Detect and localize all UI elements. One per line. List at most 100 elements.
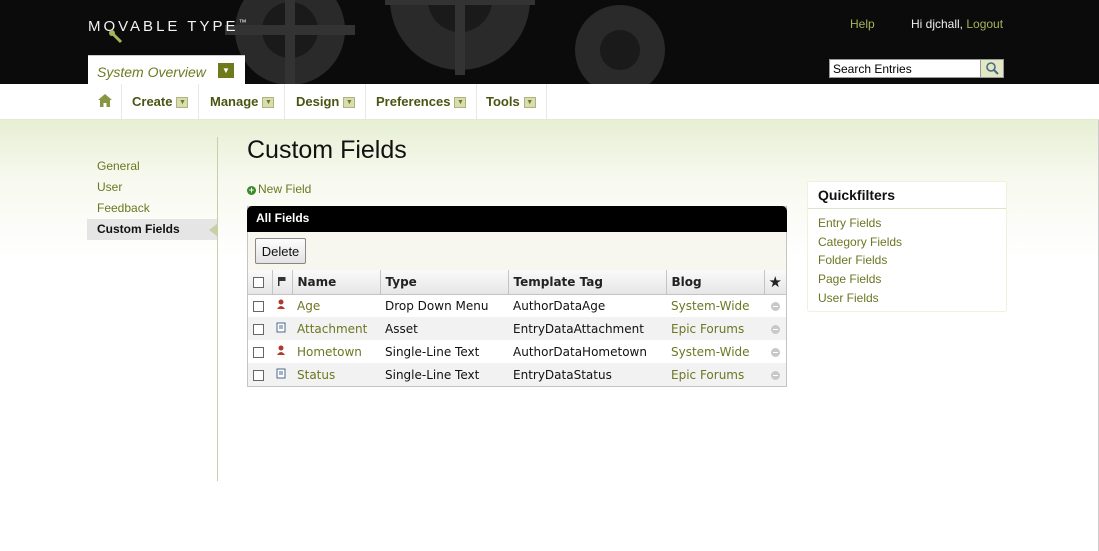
help-link[interactable]: Help [850,17,875,31]
sidebar-item-label: Custom Fields [97,222,180,236]
column-header-name[interactable]: Name [292,270,381,295]
row-checkbox[interactable] [253,369,264,381]
remove-icon[interactable] [770,301,780,311]
home-icon[interactable] [97,93,113,108]
search-button[interactable] [980,59,1004,78]
remove-icon[interactable] [770,324,780,334]
quickfilter-user-fields[interactable]: User Fields [808,289,1006,308]
row-type-cell: Single-Line Text [380,363,508,386]
nav-design[interactable]: Design ▼ [296,84,367,119]
nav-preferences-label: Preferences [376,94,451,109]
type-icon-header [272,270,293,295]
table-row[interactable]: Hometown Single-Line Text AuthorDataHome… [248,340,786,363]
star-icon: ★ [764,270,786,295]
quickfilter-category-fields[interactable]: Category Fields [808,233,1006,252]
field-name-link[interactable]: Status [297,368,335,382]
row-checkbox-cell [248,363,272,386]
scope-selector[interactable]: System Overview ▼ [88,55,245,84]
user-icon [277,345,285,355]
fields-table: Name Type Template Tag Blog ★ Age Drop D… [248,270,786,386]
row-type-cell: Single-Line Text [380,340,508,363]
row-checkbox[interactable] [253,323,264,335]
settings-sidebar: General User Feedback Custom Fields [87,156,217,240]
nav-tools[interactable]: Tools ▼ [486,84,547,119]
field-name-link[interactable]: Attachment [297,322,367,336]
row-type-cell: Asset [380,317,508,340]
main-nav: Create ▼ Manage ▼ Design ▼ Preferences ▼ Too… [0,84,1099,120]
select-all-checkbox[interactable] [253,276,264,288]
row-checkbox-cell [248,317,272,340]
row-name-cell: Attachment [292,317,380,340]
row-tag-cell: EntryDataAttachment [508,317,666,340]
quickfilter-page-fields[interactable]: Page Fields [808,270,1006,289]
column-header-type[interactable]: Type [380,270,509,295]
logout-link[interactable]: Logout [966,17,1003,31]
row-name-cell: Age [292,294,380,317]
flag-icon [277,276,285,286]
sidebar-item-feedback[interactable]: Feedback [87,198,217,219]
nav-preferences[interactable]: Preferences ▼ [376,84,478,119]
row-blog-cell: Epic Forums [666,363,764,386]
quickfilter-entry-fields[interactable]: Entry Fields [808,214,1006,233]
table-row[interactable]: Age Drop Down Menu AuthorDataAge System-… [248,294,786,317]
document-icon [276,368,286,378]
document-icon [276,322,286,332]
nav-manage-label: Manage [210,94,259,109]
chevron-down-icon[interactable]: ▼ [218,63,234,78]
listing-title: All Fields [247,206,787,232]
row-blog-cell: System-Wide [666,294,764,317]
sidebar-item-general[interactable]: General [87,156,217,177]
nav-divider [121,84,122,119]
blog-link[interactable]: System-Wide [671,345,750,359]
row-remove-cell [764,294,786,317]
row-remove-cell [764,317,786,340]
column-header-template-tag[interactable]: Template Tag [508,270,667,295]
sidebar-item-user[interactable]: User [87,177,217,198]
fields-listing: All Fields Delete Name Type Template Tag… [247,206,787,387]
nav-create[interactable]: Create ▼ [132,84,200,119]
row-remove-cell [764,363,786,386]
field-name-link[interactable]: Age [297,299,320,313]
chevron-down-icon[interactable]: ▼ [454,97,467,109]
page-title: Custom Fields [247,136,407,164]
chevron-down-icon[interactable]: ▼ [176,97,189,109]
chevron-down-icon[interactable]: ▼ [523,97,536,109]
chevron-down-icon[interactable]: ▼ [343,97,356,109]
delete-button[interactable]: Delete [255,238,306,264]
row-checkbox[interactable] [253,346,264,358]
table-row[interactable]: Attachment Asset EntryDataAttachment Epi… [248,317,786,340]
greeting-text: Hi djchall, [911,17,967,31]
user-icon [277,299,285,309]
blog-link[interactable]: Epic Forums [671,368,744,382]
row-checkbox[interactable] [253,300,264,312]
remove-icon[interactable] [770,370,780,380]
row-type-icon-cell [272,363,292,386]
quickfilters-title: Quickfilters [808,182,1006,209]
sidebar-divider [217,137,218,481]
blog-link[interactable]: Epic Forums [671,322,744,336]
table-row[interactable]: Status Single-Line Text EntryDataStatus … [248,363,786,386]
nav-design-label: Design [296,94,340,109]
wrench-icon [109,30,123,44]
column-header-blog[interactable]: Blog [666,270,765,295]
row-name-cell: Hometown [292,340,380,363]
search-input[interactable] [829,59,1004,78]
masthead: MOVABLE TYPE™ Help Hi djchall, Logout Sy… [0,0,1099,84]
field-name-link[interactable]: Hometown [297,345,362,359]
search-icon [986,62,999,75]
table-header-row: Name Type Template Tag Blog ★ [248,270,786,295]
blog-link[interactable]: System-Wide [671,299,750,313]
logo-trademark: ™ [238,18,247,27]
row-type-icon-cell [272,340,292,363]
row-name-cell: Status [292,363,380,386]
remove-icon[interactable] [770,347,780,357]
chevron-down-icon[interactable]: ▼ [262,97,275,109]
quickfilter-folder-fields[interactable]: Folder Fields [808,251,1006,270]
nav-manage[interactable]: Manage ▼ [210,84,286,119]
user-greeting: Hi djchall, Logout [911,17,1003,31]
gear-decoration-icon [225,0,665,84]
row-type-icon-cell [272,317,292,340]
row-checkbox-cell [248,340,272,363]
new-field-link[interactable]: + New Field [247,182,311,196]
sidebar-item-custom-fields[interactable]: Custom Fields [87,219,217,240]
